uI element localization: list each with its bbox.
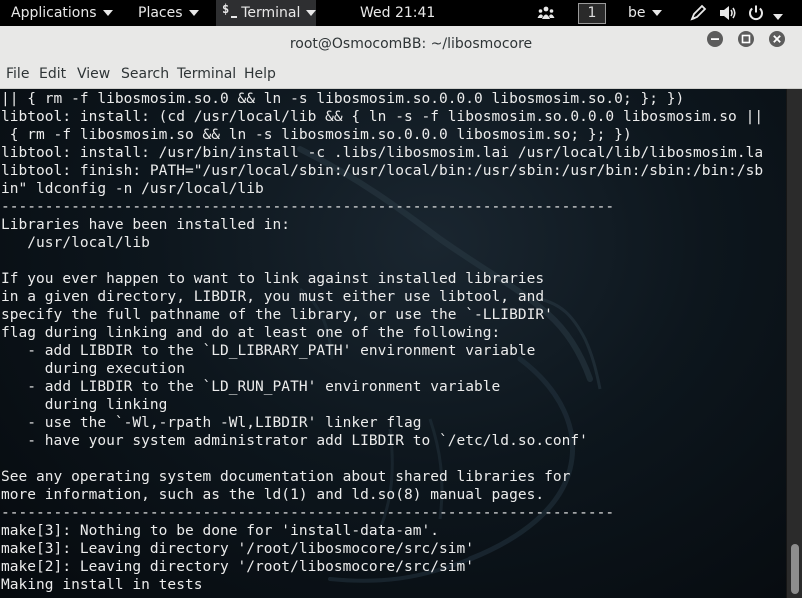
chevron-down-icon (188, 10, 199, 16)
top-panel: Applications Places $ Terminal Wed 21:41 … (0, 0, 802, 26)
terminal-line: Making install in tests (1, 577, 203, 593)
terminal-line: - have your system administrator add LIB… (1, 433, 588, 449)
menubar: File Edit View Search Terminal Help (0, 63, 802, 89)
menu-help[interactable]: Help (243, 63, 277, 88)
terminal-line: libtool: install: /usr/bin/install -c .l… (1, 145, 764, 161)
window-titlebar[interactable]: root@OsmocomBB: ~/libosmocore (0, 26, 802, 64)
menu-terminal[interactable]: Terminal (176, 63, 237, 88)
volume-icon[interactable] (718, 4, 738, 26)
chevron-down-icon (102, 10, 113, 16)
terminal-line: libtool: finish: PATH="/usr/local/sbin:/… (1, 163, 764, 179)
network-icon[interactable] (537, 4, 555, 26)
menu-file[interactable]: File (5, 63, 30, 88)
menu-search[interactable]: Search (120, 63, 170, 88)
terminal-line: - add LIBDIR to the `LD_LIBRARY_PATH' en… (1, 343, 536, 359)
maximize-icon[interactable] (738, 31, 754, 47)
terminal-line: Libraries have been installed in: (1, 217, 291, 233)
terminal-line: more information, such as the ld(1) and … (1, 487, 545, 503)
terminal-line: - use the `-Wl,-rpath -Wl,LIBDIR' linker… (1, 415, 422, 431)
language-label: be (628, 5, 646, 21)
places-label: Places (138, 5, 183, 21)
menu-edit[interactable]: Edit (38, 63, 67, 88)
terminal-line: make[2]: Leaving directory '/root/libosm… (1, 559, 475, 575)
terminal-line: specify the full pathname of the library… (1, 307, 553, 323)
terminal-line: make[3]: Nothing to be done for 'install… (1, 523, 439, 539)
terminal-app-menu[interactable]: $ Terminal (216, 0, 317, 26)
chevron-down-icon (651, 10, 662, 16)
terminal-line: See any operating system documentation a… (1, 469, 571, 485)
terminal-line: /usr/local/lib (1, 235, 150, 251)
terminal-scrollbar[interactable] (786, 89, 802, 598)
workspace-indicator[interactable]: 1 (578, 3, 606, 24)
clock[interactable]: Wed 21:41 (360, 0, 435, 26)
terminal-cursor-icon (231, 16, 238, 18)
language-menu[interactable]: be (628, 0, 662, 26)
applications-menu[interactable]: Applications (11, 0, 113, 26)
terminal-line: - add LIBDIR to the `LD_RUN_PATH' enviro… (1, 379, 501, 395)
terminal-output[interactable]: || { rm -f libosmosim.so.0 && ln -s libo… (0, 89, 786, 598)
pen-icon[interactable] (689, 4, 707, 26)
screen: Applications Places $ Terminal Wed 21:41 … (0, 0, 802, 598)
terminal-line: If you ever happen to want to link again… (1, 271, 545, 287)
power-icon[interactable] (747, 4, 765, 26)
scrollbar-thumb[interactable] (791, 544, 799, 594)
terminal-line: during execution (1, 361, 185, 377)
applications-label: Applications (11, 5, 97, 21)
terminal-line: in" ldconfig -n /usr/local/lib (1, 181, 264, 197)
minimize-icon[interactable] (707, 31, 723, 47)
terminal-line: libtool: install: (cd /usr/local/lib && … (1, 109, 764, 125)
terminal-line: { rm -f libosmosim.so && ln -s libosmosi… (1, 127, 632, 143)
terminal-line: || { rm -f libosmosim.so.0 && ln -s libo… (1, 91, 685, 107)
chevron-down-icon (306, 10, 317, 16)
terminal-line: flag during linking and do at least one … (1, 325, 501, 341)
terminal-line: ----------------------------------------… (1, 505, 615, 521)
terminal-icon: $ (222, 2, 230, 16)
terminal-line: make[3]: Leaving directory '/root/libosm… (1, 541, 475, 557)
power-chevron-down-icon[interactable] (772, 9, 784, 25)
terminal-lines: || { rm -f libosmosim.so.0 && ln -s libo… (1, 90, 763, 594)
menu-view[interactable]: View (76, 63, 111, 88)
places-menu[interactable]: Places (138, 0, 199, 26)
terminal-line: during linking (1, 397, 168, 413)
close-icon[interactable] (769, 31, 785, 47)
window-title: root@OsmocomBB: ~/libosmocore (289, 36, 533, 52)
terminal-line: ----------------------------------------… (1, 199, 615, 215)
terminal-line: in a given directory, LIBDIR, you must e… (1, 289, 545, 305)
terminal-app-label: Terminal (241, 5, 301, 21)
